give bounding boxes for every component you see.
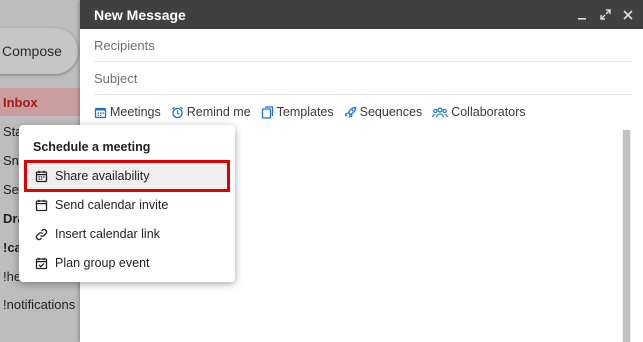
minimize-icon[interactable]	[575, 8, 589, 22]
meetings-button[interactable]: Meetings	[94, 105, 161, 119]
link-icon	[35, 228, 48, 241]
collaborators-label: Collaborators	[451, 105, 526, 119]
templates-icon	[261, 105, 274, 119]
menu-item-insert-calendar-link[interactable]: Insert calendar link	[27, 221, 227, 247]
menu-item-label: Share availability	[55, 169, 150, 183]
pop-out-icon[interactable]	[598, 8, 612, 22]
sidebar-item-inbox[interactable]: Inbox	[0, 88, 90, 116]
sequences-label: Sequences	[359, 105, 423, 119]
remind-me-label: Remind me	[186, 105, 251, 119]
alarm-clock-icon	[171, 106, 184, 119]
compose-toolbar: Meetings Remind me Templates Sequences C…	[94, 96, 526, 128]
compose-button-label: Compose	[2, 43, 62, 59]
calendar-check-icon	[35, 257, 48, 270]
sidebar-item-label: !notifications	[3, 296, 76, 312]
collaborators-button[interactable]: Collaborators	[432, 105, 526, 119]
sequences-button[interactable]: Sequences	[344, 105, 423, 119]
compose-header: New Message	[80, 0, 643, 29]
calendar-grid-icon	[94, 106, 107, 119]
menu-item-label: Insert calendar link	[55, 227, 160, 241]
menu-item-share-availability[interactable]: Share availability	[24, 160, 230, 192]
scrollbar-thumb[interactable]	[623, 130, 630, 342]
subject-placeholder: Subject	[94, 71, 138, 86]
compose-button[interactable]: Compose	[0, 28, 78, 74]
subject-field[interactable]: Subject	[94, 63, 632, 95]
calendar-icon	[35, 199, 48, 212]
calendar-grid-icon	[35, 170, 48, 183]
menu-item-label: Send calendar invite	[55, 198, 169, 212]
close-icon[interactable]	[621, 8, 635, 22]
menu-item-label: Plan group event	[55, 256, 150, 270]
remind-me-button[interactable]: Remind me	[171, 105, 251, 119]
templates-label: Templates	[276, 105, 334, 119]
menu-title: Schedule a meeting	[33, 140, 151, 154]
menu-item-send-calendar-invite[interactable]: Send calendar invite	[27, 192, 227, 218]
recipients-placeholder: Recipients	[94, 38, 155, 53]
templates-button[interactable]: Templates	[261, 105, 334, 119]
schedule-meeting-menu: Schedule a meeting Share availability Se…	[19, 125, 235, 282]
meetings-label: Meetings	[110, 105, 161, 119]
people-icon	[432, 106, 448, 119]
rocket-icon	[344, 106, 357, 119]
recipients-field[interactable]: Recipients	[94, 30, 632, 62]
sidebar-item-label: Inbox	[3, 94, 38, 110]
compose-title: New Message	[94, 6, 186, 23]
menu-item-plan-group-event[interactable]: Plan group event	[27, 250, 227, 276]
sidebar-item-notifications[interactable]: !notifications	[0, 290, 90, 318]
